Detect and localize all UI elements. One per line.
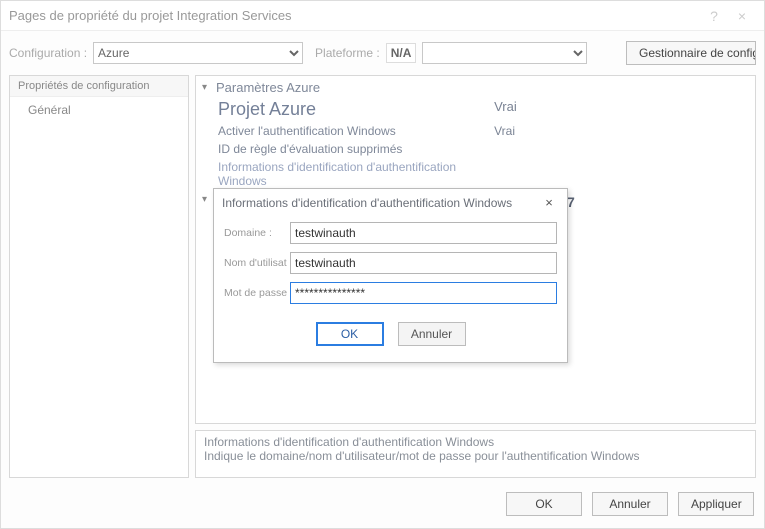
- modal-cancel-button[interactable]: Annuler: [398, 322, 466, 346]
- modal-ok-button[interactable]: OK: [316, 322, 384, 346]
- titlebar: Pages de propriété du projet Integration…: [1, 1, 764, 31]
- sidebar-item-general[interactable]: Général: [10, 97, 188, 123]
- chevron-down-icon: ▾: [202, 82, 216, 93]
- apply-button[interactable]: Appliquer: [678, 492, 754, 516]
- prop-key: ID de règle d'évaluation supprimés: [218, 142, 494, 156]
- row-winauth-credentials[interactable]: Informations d'identification d'authenti…: [196, 158, 755, 190]
- config-select[interactable]: Azure: [93, 42, 303, 64]
- prop-value: Vrai: [494, 124, 749, 138]
- dialog-footer: OK Annuler Appliquer: [1, 482, 764, 528]
- group-azure-params[interactable]: ▾ Paramètres Azure: [196, 78, 755, 97]
- row-suppressed-rule-ids[interactable]: ID de règle d'évaluation supprimés: [196, 140, 755, 158]
- prop-key: Projet Azure: [218, 99, 494, 120]
- platform-label: Plateforme :: [315, 46, 380, 60]
- prop-key: Activer l'authentification Windows: [218, 124, 494, 138]
- field-password: Mot de passe :: [214, 278, 567, 308]
- cancel-button[interactable]: Annuler: [592, 492, 668, 516]
- config-label: Configuration :: [9, 46, 87, 60]
- username-label: Nom d'utilisat: [224, 257, 290, 269]
- domain-input[interactable]: [290, 222, 557, 244]
- window-title: Pages de propriété du projet Integration…: [9, 8, 700, 23]
- prop-key: Informations d'identification d'authenti…: [218, 160, 494, 188]
- modal-button-row: OK Annuler: [214, 308, 567, 362]
- close-icon[interactable]: ×: [728, 8, 756, 24]
- modal-title-text: Informations d'identification d'authenti…: [222, 196, 539, 210]
- domain-label: Domaine :: [224, 227, 290, 239]
- modal-titlebar: Informations d'identification d'authenti…: [214, 189, 567, 218]
- prop-value: Vrai: [494, 99, 749, 120]
- close-icon[interactable]: ×: [539, 195, 559, 210]
- field-domain: Domaine :: [214, 218, 567, 248]
- sidebar: Propriétés de configuration Général: [9, 75, 189, 478]
- platform-select[interactable]: [422, 42, 587, 64]
- winauth-credentials-dialog: Informations d'identification d'authenti…: [213, 188, 568, 363]
- password-label: Mot de passe :: [224, 287, 290, 299]
- prop-value: [494, 142, 749, 156]
- password-input[interactable]: [290, 282, 557, 304]
- platform-value: N/A: [386, 43, 417, 63]
- field-username: Nom d'utilisat: [214, 248, 567, 278]
- row-azure-project[interactable]: Projet Azure Vrai: [196, 97, 755, 122]
- description-title: Informations d'identification d'authenti…: [204, 435, 747, 449]
- help-icon[interactable]: ?: [700, 8, 728, 24]
- prop-value: [494, 160, 749, 188]
- config-toolbar: Configuration : Azure Plateforme : N/A G…: [1, 31, 764, 75]
- description-panel: Informations d'identification d'authenti…: [195, 430, 756, 478]
- sidebar-header: Propriétés de configuration: [10, 76, 188, 97]
- truncated-text: 7: [567, 194, 575, 210]
- row-enable-winauth[interactable]: Activer l'authentification Windows Vrai: [196, 122, 755, 140]
- config-manager-button[interactable]: Gestionnaire de configuration...: [626, 41, 756, 65]
- group-label: Paramètres Azure: [216, 80, 320, 95]
- ok-button[interactable]: OK: [506, 492, 582, 516]
- description-body: Indique le domaine/nom d'utilisateur/mot…: [204, 449, 747, 463]
- username-input[interactable]: [290, 252, 557, 274]
